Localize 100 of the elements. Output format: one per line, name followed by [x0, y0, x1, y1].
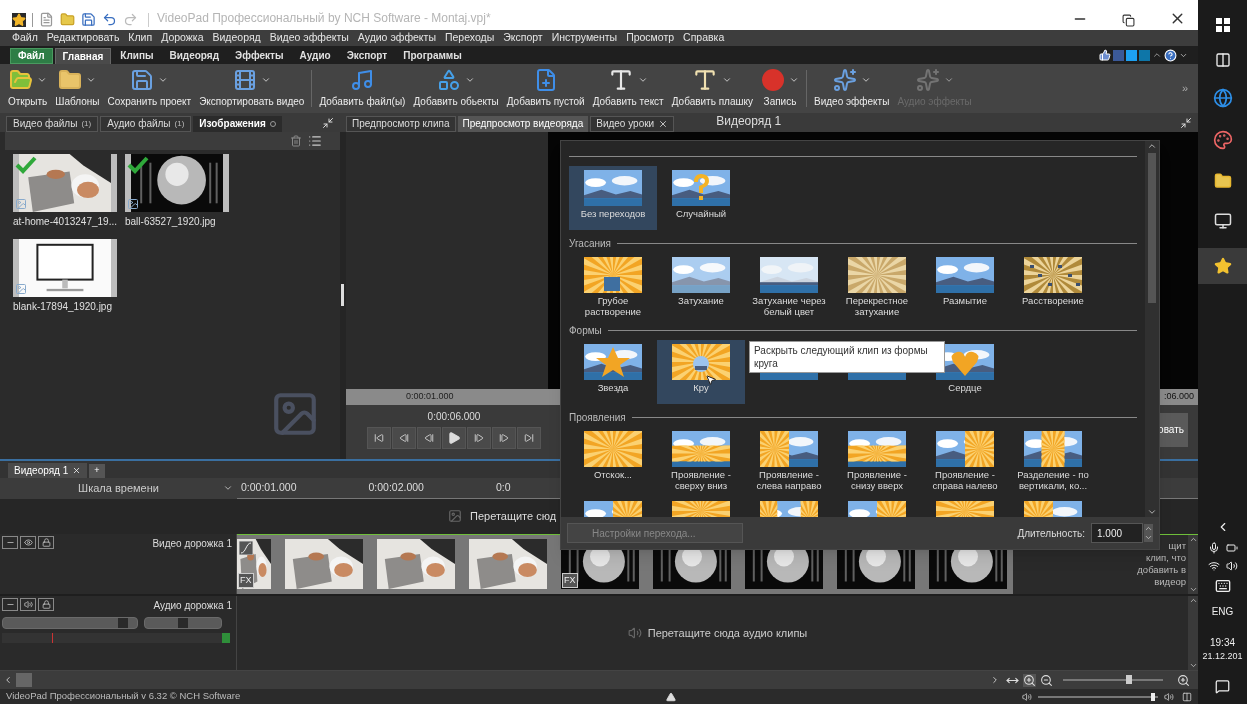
timeline-tab[interactable]: Видеоряд 1: [8, 462, 88, 478]
undock-icon[interactable]: [322, 116, 334, 129]
ribbon-tab[interactable]: Главная: [54, 47, 112, 64]
menu-item[interactable]: Клип: [128, 30, 153, 46]
step-back-icon[interactable]: [392, 426, 416, 449]
battery-icon[interactable]: [1225, 541, 1238, 554]
toolbar-button[interactable]: Сохранить проект: [103, 63, 196, 113]
scroll-right-icon[interactable]: [990, 675, 1000, 686]
zoom-in-icon[interactable]: [1023, 673, 1036, 687]
scroll-down-icon[interactable]: [1147, 507, 1157, 517]
transition-item[interactable]: Звезда: [569, 340, 657, 404]
collapse-button[interactable]: [2, 598, 18, 612]
mute-button[interactable]: [20, 598, 36, 612]
language-indicator[interactable]: ENG: [1211, 603, 1234, 619]
video-app-icon[interactable]: [1213, 257, 1232, 275]
wifi-icon[interactable]: [1207, 559, 1220, 572]
transition-item[interactable]: Затухание через белый цвет: [745, 253, 833, 317]
menu-item[interactable]: Экспорт: [503, 30, 543, 46]
menu-item[interactable]: Просмотр: [626, 30, 675, 46]
transition-item[interactable]: Затухание: [657, 253, 745, 317]
toolbar-button[interactable]: Добавить файл(ы): [315, 63, 410, 113]
toolbar-button[interactable]: Видео эффекты: [810, 63, 894, 113]
close-icon[interactable]: [658, 118, 669, 129]
clock-time[interactable]: 19:34: [1210, 634, 1235, 650]
menu-item[interactable]: Переходы: [444, 30, 495, 46]
skip-forward-icon[interactable]: [517, 426, 541, 449]
visibility-button[interactable]: [20, 535, 36, 549]
panel-tab[interactable]: Изображения: [193, 115, 282, 132]
clock-date[interactable]: 21.12.201: [1202, 649, 1243, 663]
more-button[interactable]: »: [1181, 80, 1194, 97]
ribbon-tab[interactable]: Программы: [396, 47, 469, 64]
help-icon[interactable]: [1164, 48, 1177, 62]
zoom-in-icon[interactable]: [1177, 673, 1190, 687]
lock-button[interactable]: [38, 535, 54, 549]
skip-back-icon[interactable]: [367, 426, 391, 449]
play-icon[interactable]: [442, 426, 466, 449]
paint-icon[interactable]: [1212, 130, 1233, 150]
toolbar-button[interactable]: Шаблоны: [51, 63, 104, 113]
add-tab-button[interactable]: +: [89, 463, 105, 478]
delete-icon[interactable]: [290, 134, 302, 147]
menu-item[interactable]: Инструменты: [551, 30, 618, 46]
increment-icon[interactable]: [1144, 524, 1153, 533]
expand-triangle-icon[interactable]: [666, 691, 676, 702]
preview-tab[interactable]: Предпросмотр видеоряда: [457, 115, 589, 132]
screen-recorder-icon[interactable]: [1213, 212, 1232, 230]
keyboard-icon[interactable]: [1214, 577, 1231, 594]
ribbon-tab[interactable]: Аудио: [292, 47, 338, 64]
toolbar-button[interactable]: Запись: [757, 63, 803, 113]
volume-slider[interactable]: [1038, 695, 1158, 698]
step-forward-icon[interactable]: [492, 426, 516, 449]
task-view-icon[interactable]: [1214, 52, 1231, 68]
windows-logo-icon[interactable]: [1215, 18, 1230, 32]
transition-item[interactable]: Кру: [657, 340, 745, 404]
ribbon-tab[interactable]: Эффекты: [228, 47, 291, 64]
panel-tab[interactable]: Аудио файлы (1): [100, 115, 192, 132]
transition-item[interactable]: Случайный: [657, 166, 745, 230]
folder-icon[interactable]: [1213, 172, 1232, 190]
toolbar-button[interactable]: Добавить пустой: [502, 63, 589, 113]
menu-item[interactable]: Файл: [12, 30, 38, 46]
undock-icon[interactable]: [1180, 116, 1192, 129]
panel-tab[interactable]: Видео файлы (1): [6, 115, 99, 132]
new-file-icon[interactable]: [39, 11, 54, 27]
save-icon[interactable]: [81, 11, 96, 27]
transition-item[interactable]: Без переходов: [569, 166, 657, 230]
toolbar-button[interactable]: Добавить текст: [588, 63, 668, 113]
toolbar-button[interactable]: Добавить обьекты: [409, 63, 503, 113]
scroll-thumb[interactable]: [16, 673, 32, 688]
social-media-icon[interactable]: [1139, 49, 1150, 61]
menu-item[interactable]: Дорожка: [161, 30, 204, 46]
step-back-icon[interactable]: [417, 426, 441, 449]
browser-icon[interactable]: [1212, 88, 1233, 108]
close-icon[interactable]: [72, 465, 82, 475]
lock-button[interactable]: [38, 598, 54, 612]
restore-icon[interactable]: [1122, 13, 1135, 27]
menu-item[interactable]: Видеоряд: [212, 30, 261, 46]
scroll-left-icon[interactable]: [3, 675, 13, 686]
toolbar-button[interactable]: Экспортировать видео: [195, 63, 309, 113]
decrement-icon[interactable]: [1144, 533, 1153, 542]
menu-item[interactable]: Аудио эффекты: [357, 30, 436, 46]
undo-icon[interactable]: [102, 11, 117, 27]
collapse-button[interactable]: [2, 535, 18, 549]
preview-tab[interactable]: Видео уроки: [590, 115, 675, 132]
slider[interactable]: [2, 617, 138, 630]
social-media-icon[interactable]: [1126, 49, 1137, 61]
notifications-icon[interactable]: [1215, 679, 1230, 694]
volume-icon[interactable]: [1225, 559, 1238, 572]
list-view-icon[interactable]: [308, 133, 322, 148]
duration-field[interactable]: 1.000: [1091, 523, 1143, 543]
transition-item[interactable]: Размытие: [921, 253, 1009, 317]
toolbar-button[interactable]: Добавить плашку: [667, 63, 757, 113]
menu-item[interactable]: Справка: [683, 30, 725, 46]
slider[interactable]: [144, 617, 222, 630]
like-icon[interactable]: [1099, 49, 1111, 62]
scroll-thumb[interactable]: [1148, 153, 1156, 303]
ribbon-tab[interactable]: Видеоряд: [162, 47, 226, 64]
menu-item[interactable]: Видео эффекты: [269, 30, 349, 46]
ribbon-tab[interactable]: Экспорт: [339, 47, 395, 64]
preview-tab[interactable]: Предпросмотр клипа: [346, 115, 456, 132]
ribbon-tab[interactable]: Файл: [10, 47, 53, 64]
step-forward-icon[interactable]: [467, 426, 491, 449]
